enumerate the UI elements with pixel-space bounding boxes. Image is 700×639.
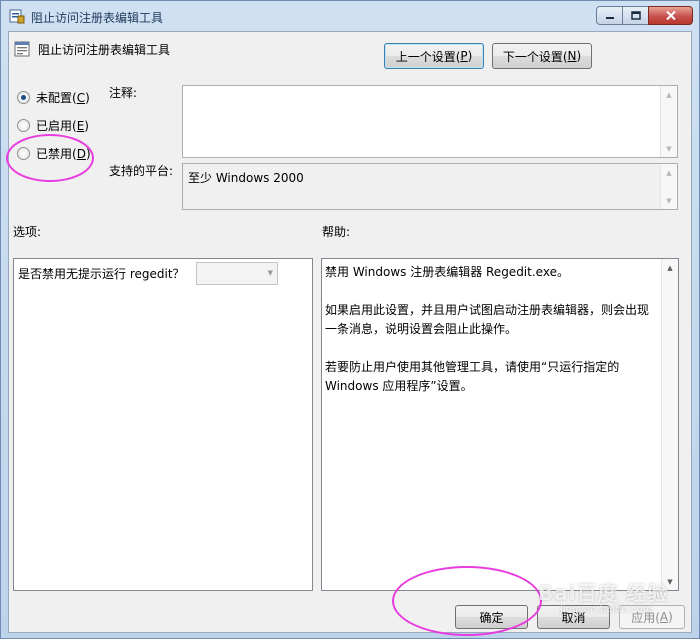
- option-combo-box[interactable]: ▼: [196, 262, 278, 285]
- window-title: 阻止访问注册表编辑工具: [31, 11, 164, 25]
- supported-platform-field: 至少 Windows 2000 ▲ ▼: [182, 163, 678, 210]
- comment-field[interactable]: ▲ ▼: [182, 85, 678, 158]
- scroll-up-icon[interactable]: ▲: [661, 86, 677, 103]
- policy-setting-icon: [14, 41, 30, 57]
- radio-not-configured[interactable]: 未配置(C): [17, 89, 90, 106]
- help-pane: 禁用 Windows 注册表编辑器 Regedit.exe。 如果启用此设置，并…: [321, 258, 679, 591]
- scroll-down-icon[interactable]: ▼: [661, 140, 677, 157]
- help-label: 帮助:: [322, 225, 351, 239]
- title-bar[interactable]: 阻止访问注册表编辑工具: [1, 1, 699, 31]
- chevron-down-icon[interactable]: ▼: [268, 269, 273, 277]
- dialog-window: 阻止访问注册表编辑工具 阻止访问注册表编辑工具 上一个设置(P) 下一个设置(…: [0, 0, 700, 639]
- options-pane: 是否禁用无提示运行 regedit？ ▼: [13, 258, 313, 591]
- previous-setting-label: 上一个设置(: [395, 49, 461, 64]
- maximize-button[interactable]: [622, 6, 649, 25]
- scroll-down-icon[interactable]: ▼: [661, 192, 677, 209]
- options-label: 选项:: [13, 225, 42, 239]
- next-setting-label: 下一个设置(: [502, 49, 568, 64]
- previous-setting-button[interactable]: 上一个设置(P): [384, 43, 484, 69]
- policy-icon: [9, 9, 25, 24]
- radio-enabled-label: 已启用(E): [36, 119, 89, 133]
- help-scrollbar[interactable]: ▲ ▼: [661, 259, 678, 590]
- platform-scrollbar[interactable]: ▲ ▼: [660, 164, 677, 209]
- maximize-icon: [630, 11, 641, 20]
- radio-not-configured-button[interactable]: [17, 91, 30, 104]
- ok-button[interactable]: 确定: [455, 605, 528, 629]
- scroll-up-icon[interactable]: ▲: [661, 164, 677, 181]
- radio-enabled-button[interactable]: [17, 119, 30, 132]
- next-setting-button[interactable]: 下一个设置(N): [492, 43, 592, 69]
- radio-disabled[interactable]: 已禁用(D): [17, 145, 91, 162]
- previous-setting-suffix: ): [467, 49, 473, 63]
- apply-accel: A: [659, 610, 669, 624]
- baidu-watermark-url: jingyan.baidu.com: [560, 604, 653, 615]
- comment-scrollbar[interactable]: ▲ ▼: [660, 86, 677, 157]
- option-question-label: 是否禁用无提示运行 regedit？: [18, 267, 185, 281]
- comment-label: 注释:: [109, 86, 138, 100]
- supported-platform-value: 至少 Windows 2000: [188, 171, 304, 185]
- scroll-up-icon[interactable]: ▲: [662, 259, 678, 276]
- close-icon: [665, 11, 676, 20]
- apply-suffix: ): [668, 610, 673, 624]
- next-setting-suffix: ): [576, 49, 582, 63]
- radio-disabled-button[interactable]: [17, 147, 30, 160]
- radio-disabled-label: 已禁用(D): [36, 147, 91, 161]
- close-button[interactable]: [648, 6, 693, 25]
- setting-title: 阻止访问注册表编辑工具: [38, 43, 171, 57]
- radio-not-configured-label: 未配置(C): [36, 91, 90, 105]
- baidu-watermark: Bai百度 经验: [538, 581, 669, 605]
- dialog-client-area: 阻止访问注册表编辑工具 上一个设置(P) 下一个设置(N) 未配置(C) 已启用…: [8, 31, 692, 633]
- supported-platform-label: 支持的平台:: [109, 164, 174, 178]
- help-text: 禁用 Windows 注册表编辑器 Regedit.exe。 如果启用此设置，并…: [325, 265, 650, 393]
- caption-buttons: [596, 6, 693, 25]
- ok-label: 确定: [479, 610, 504, 625]
- minimize-icon: [605, 16, 614, 19]
- radio-enabled[interactable]: 已启用(E): [17, 117, 89, 134]
- minimize-button[interactable]: [596, 6, 623, 25]
- next-setting-accel: N: [567, 49, 577, 63]
- previous-setting-accel: P: [460, 49, 468, 63]
